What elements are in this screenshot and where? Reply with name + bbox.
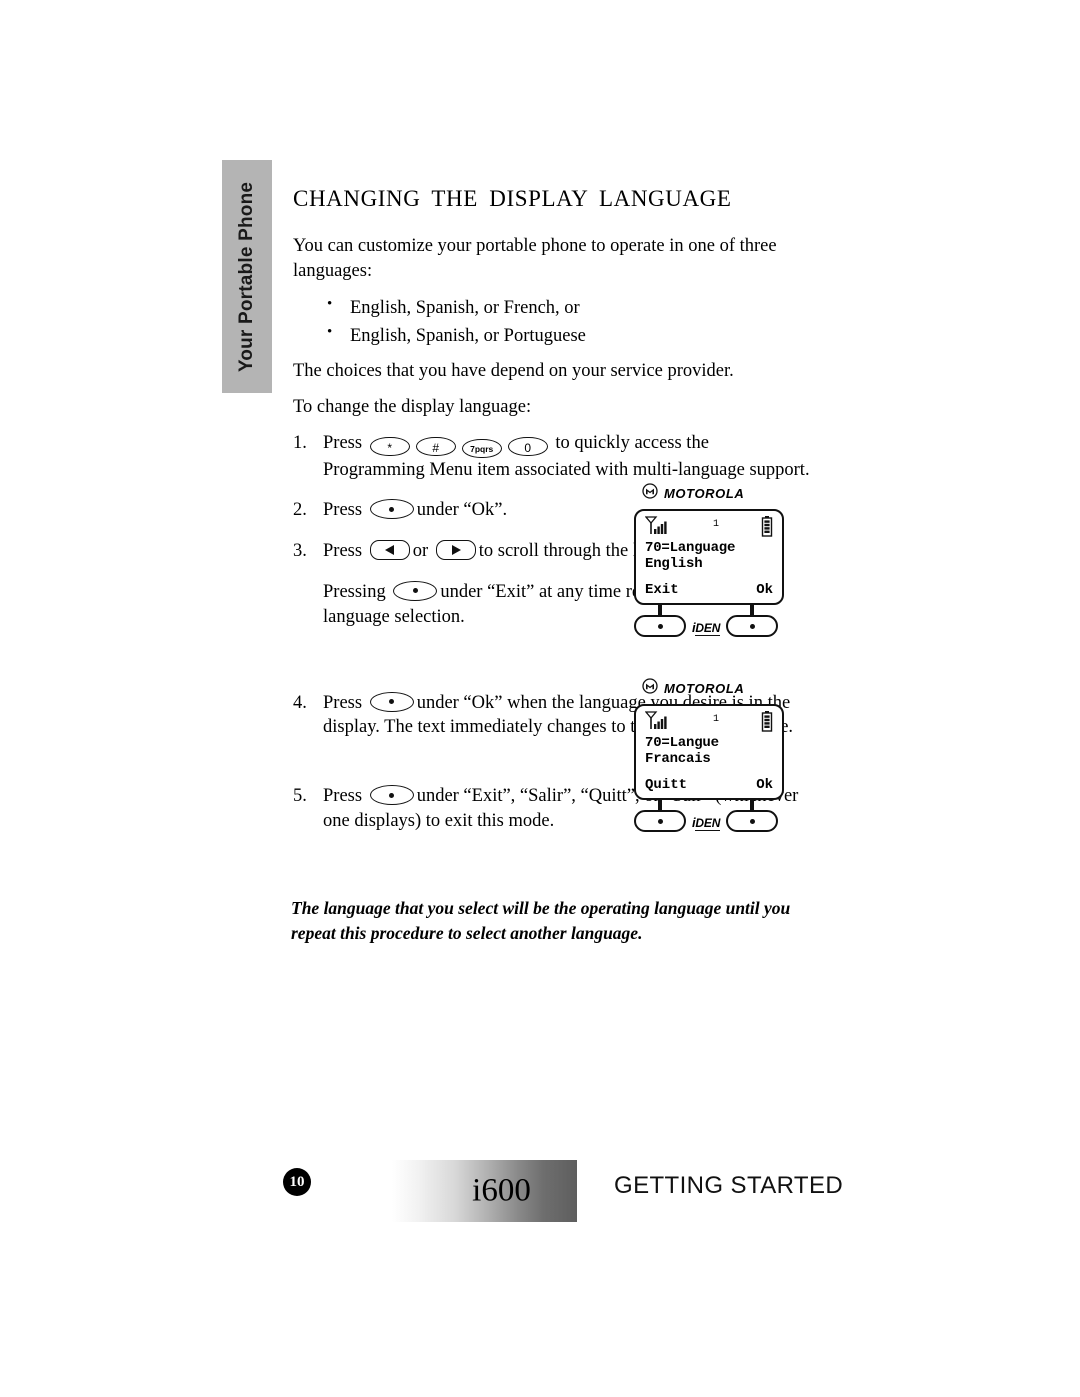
softkey-label-left: Quitt (645, 777, 688, 793)
phone-softkey-row: iDEN (634, 605, 784, 641)
step-text-after: under “Ok”. (416, 500, 508, 521)
layout-spacer (293, 646, 813, 682)
battery-icon (761, 711, 773, 738)
list-item: English, Spanish, or Portuguese (327, 321, 813, 350)
battery-icon (761, 516, 773, 543)
lcd-status-bar: 1 (644, 516, 773, 543)
lcd-menu-line: 70=Langue (645, 735, 719, 751)
motorola-logo: MOTOROLA (642, 483, 784, 504)
iden-logo: iDEN (692, 620, 721, 636)
motorola-wordmark: MOTOROLA (664, 681, 745, 696)
arrow-right-key-icon[interactable] (435, 540, 476, 561)
key-pound-icon[interactable]: # (415, 436, 456, 456)
signal-strength-icon (644, 516, 671, 543)
phone-display-figure-french: MOTOROLA 1 70=Langue Francais Quitt Ok i… (634, 678, 784, 836)
iden-logo-den: DEN (695, 621, 721, 636)
language-options-list: English, Spanish, or French, or English,… (293, 293, 813, 350)
provider-note: The choices that you have depend on your… (293, 361, 734, 382)
lcd-value-line: English (645, 556, 703, 573)
softkey-label-right: Ok (756, 582, 773, 598)
arrow-left-key-icon[interactable] (369, 540, 410, 561)
step-text-middle: or (412, 541, 429, 562)
softkey-button-icon[interactable] (393, 580, 438, 601)
lcd-menu-line: 70=Language (645, 540, 736, 556)
key-star-icon[interactable]: * (369, 436, 410, 456)
closing-italic-note: The language that you select will be the… (291, 898, 791, 943)
lcd-status-bar: 1 (644, 711, 773, 738)
key-7pqrs-icon[interactable]: 7pqrs (461, 438, 502, 458)
signal-strength-icon (644, 711, 671, 738)
lcd-status-indicator: 1 (712, 519, 719, 530)
iden-logo-den: DEN (695, 816, 721, 831)
softkey-button-right[interactable] (726, 615, 778, 637)
step-number: 3. (293, 541, 307, 562)
softkey-button-right[interactable] (726, 810, 778, 832)
lcd-status-indicator: 1 (712, 714, 719, 725)
motorola-batwing-icon (642, 678, 658, 699)
exit-note-text-before: Pressing (323, 581, 386, 602)
product-name: i600 (472, 1172, 531, 1209)
step-number: 1. (293, 432, 307, 453)
key-zero-icon[interactable]: 0 (507, 436, 548, 456)
softkey-button-left[interactable] (634, 810, 686, 832)
page-title: CHANGING THE DISPLAY LANGUAGE (293, 186, 732, 211)
footer-section-title: GETTING STARTED (614, 1172, 844, 1199)
step-number: 4. (293, 692, 307, 713)
list-item: English, Spanish, or French, or (327, 293, 813, 322)
step-text-before: Press (323, 692, 363, 713)
softkey-button-left[interactable] (634, 615, 686, 637)
step-text-before: Press (323, 541, 363, 562)
lcd-softkey-labels: Exit Ok (645, 582, 773, 598)
step-number: 5. (293, 786, 307, 807)
sidebar-chapter-tab: Your Portable Phone (222, 160, 272, 393)
phone-softkey-row: iDEN (634, 800, 784, 836)
motorola-logo: MOTOROLA (642, 678, 784, 699)
softkey-button-icon[interactable] (369, 691, 414, 712)
lcd-screen: 1 70=Language English Exit Ok (634, 509, 784, 605)
page-number-badge: 10 (283, 1168, 311, 1196)
sidebar-chapter-label: Your Portable Phone (236, 181, 257, 372)
motorola-wordmark: MOTOROLA (664, 486, 745, 501)
step-text-before: Press (323, 500, 363, 521)
softkey-label-left: Exit (645, 582, 679, 598)
step-text-before: Press (323, 432, 363, 453)
motorola-batwing-icon (642, 483, 658, 504)
intro-paragraph: You can customize your portable phone to… (293, 236, 777, 281)
lcd-softkey-labels: Quitt Ok (645, 777, 773, 793)
softkey-button-icon[interactable] (369, 499, 414, 520)
lcd-screen: 1 70=Langue Francais Quitt Ok (634, 704, 784, 800)
softkey-button-icon[interactable] (369, 785, 414, 806)
step-text-before: Press (323, 786, 363, 807)
softkey-label-right: Ok (756, 777, 773, 793)
product-brand-band: i600 (392, 1160, 577, 1222)
step-number: 2. (293, 500, 307, 521)
step-1: 1. Press * #7pqrs 0 to quickly access the P… (293, 431, 813, 483)
lcd-value-line: Francais (645, 751, 711, 768)
iden-logo: iDEN (692, 815, 721, 831)
lead-in-text: To change the display language: (293, 397, 532, 417)
phone-display-figure-english: MOTOROLA 1 70=Language English Exit Ok i… (634, 483, 784, 641)
